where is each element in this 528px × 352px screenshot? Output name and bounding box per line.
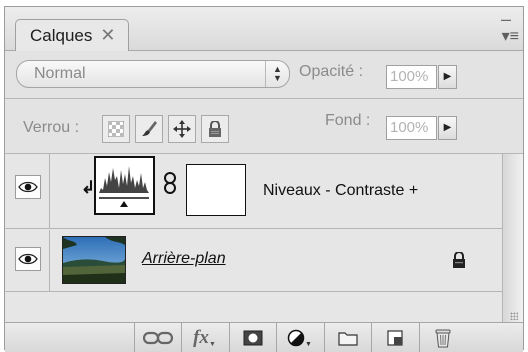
layers-footer-toolbar: fx ▼ ▼	[5, 322, 523, 352]
layer-mask-thumbnail[interactable]	[186, 164, 246, 216]
layer-name-arriere-plan[interactable]: Arrière-plan	[142, 250, 226, 268]
levels-adjustment-thumbnail[interactable]	[94, 156, 155, 215]
resize-grip-icon[interactable]	[510, 312, 518, 320]
layer-locked-padlock-icon	[452, 251, 466, 273]
panel-menu-icon[interactable]: ▾≡	[502, 26, 519, 46]
link-layers-icon[interactable]	[134, 323, 180, 352]
tab-calques[interactable]: Calques ✕	[15, 19, 129, 51]
lock-position-move-icon[interactable]	[168, 115, 196, 143]
updown-arrows-icon: ▲ ▼	[265, 61, 289, 87]
opacity-field[interactable]: 100%	[386, 65, 437, 89]
close-icon[interactable]: ✕	[100, 25, 115, 46]
layers-list: ↲ Niveaux - Contraste + Arrière-plan	[5, 154, 523, 322]
tab-label: Calques	[30, 25, 93, 45]
layer-style-fx-icon[interactable]: fx ▼	[181, 323, 227, 352]
blend-opacity-row: Normal ▲ ▼ Opacité : 100% ▶	[5, 54, 523, 92]
divider	[5, 98, 523, 99]
lock-label: Verrou :	[23, 119, 80, 136]
fill-field[interactable]: 100%	[386, 116, 437, 140]
panel-title-bar: Calques ✕ – ▾≡	[5, 7, 523, 51]
layer-row-arriere-plan[interactable]: Arrière-plan	[5, 230, 502, 292]
blend-mode-value: Normal	[34, 65, 86, 82]
chevron-down-icon: ▼	[305, 341, 312, 348]
fill-arrow-button[interactable]: ▶	[438, 116, 457, 140]
layers-scrollbar[interactable]	[502, 154, 523, 322]
background-image-thumbnail[interactable]	[62, 236, 126, 284]
layers-panel: Calques ✕ – ▾≡ Normal ▲ ▼ Opacité : 100% …	[4, 6, 524, 352]
lock-image-pixels-brush-icon[interactable]	[135, 115, 163, 143]
delete-layer-trash-icon[interactable]	[419, 323, 465, 352]
lock-transparent-pixels-icon[interactable]	[102, 115, 130, 143]
new-adjustment-layer-icon[interactable]: ▼	[276, 323, 322, 352]
new-group-folder-icon[interactable]	[324, 323, 370, 352]
fill-label: Fond :	[325, 112, 371, 129]
opacity-arrow-button[interactable]: ▶	[438, 65, 457, 89]
visibility-column-divider	[49, 230, 50, 291]
eye-visibility-icon[interactable]	[15, 175, 41, 199]
blend-mode-select[interactable]: Normal ▲ ▼	[16, 60, 290, 88]
layer-name-niveaux[interactable]: Niveaux - Contraste +	[263, 182, 418, 200]
visibility-column-divider	[49, 154, 50, 228]
layer-row-niveaux[interactable]: ↲ Niveaux - Contraste +	[5, 154, 502, 229]
opacity-label: Opacité :	[299, 63, 364, 80]
add-mask-icon[interactable]	[229, 323, 275, 352]
eye-visibility-icon[interactable]	[15, 247, 41, 271]
fx-label: fx	[193, 326, 209, 348]
chevron-down-icon: ▼	[208, 341, 216, 348]
new-layer-icon[interactable]	[371, 323, 417, 352]
lock-all-padlock-icon[interactable]	[201, 115, 229, 143]
mask-link-chain-icon[interactable]	[163, 172, 177, 199]
